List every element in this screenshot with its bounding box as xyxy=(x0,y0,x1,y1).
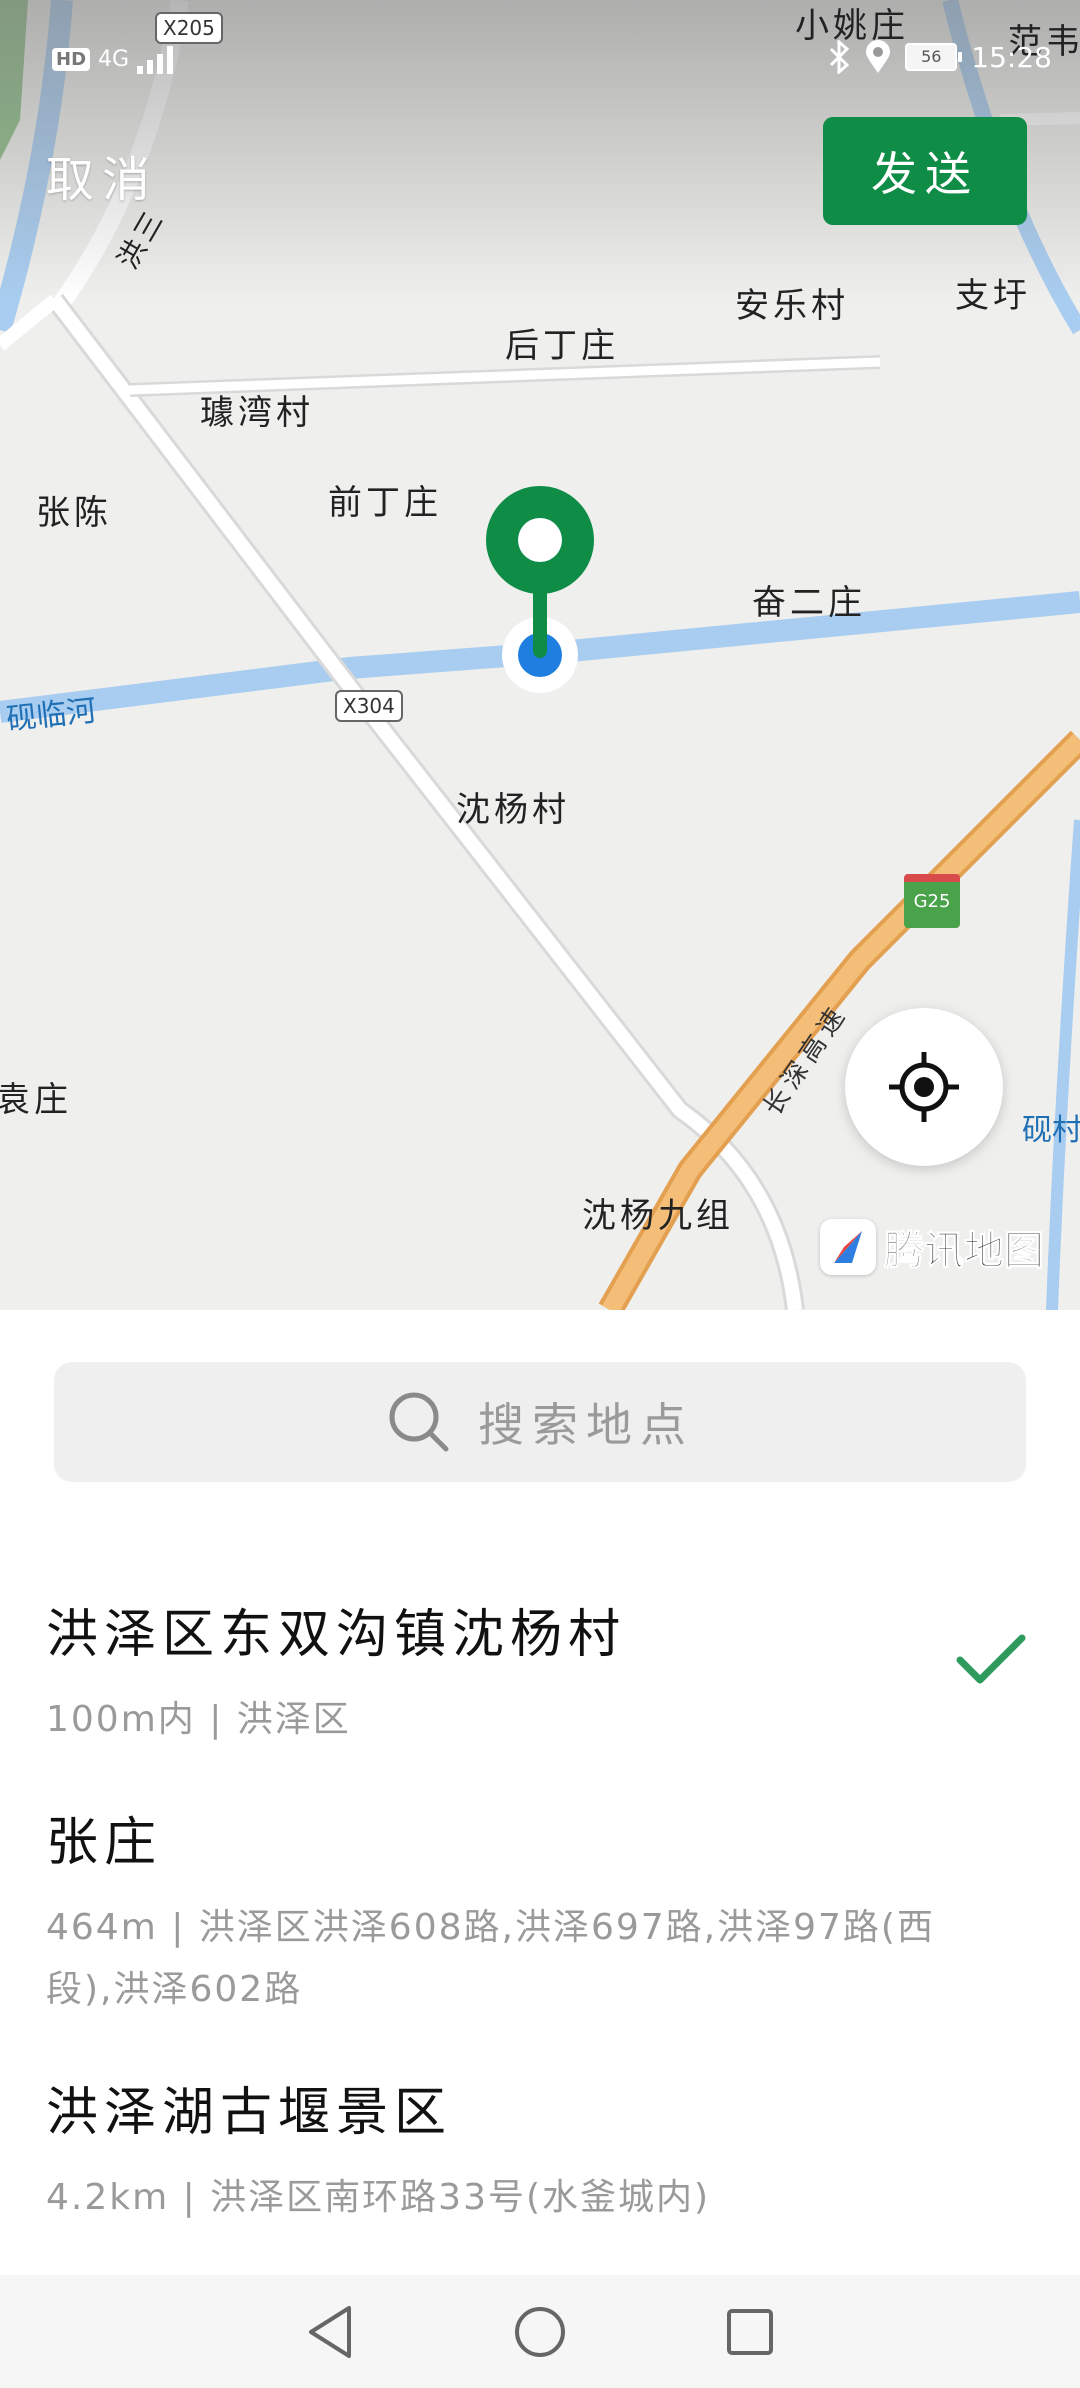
place-label: 支圩 xyxy=(955,276,1031,316)
result-detail: 464m | 洪泽区洪泽608路,洪泽697路,洪泽97路(西段),洪泽602路 xyxy=(46,1907,935,2010)
place-label: 后丁庄 xyxy=(505,326,619,366)
hd-badge: HD xyxy=(52,47,91,71)
home-circle-icon xyxy=(515,2306,565,2357)
place-label: 沈杨村 xyxy=(456,790,570,830)
water-label: 砚村 xyxy=(1022,1113,1080,1148)
place-label: 沈杨九组 xyxy=(582,1196,734,1236)
clock: 15:28 xyxy=(971,40,1052,74)
send-button[interactable]: 发送 xyxy=(823,117,1027,225)
status-right: 56 15:28 xyxy=(827,40,1052,74)
recents-square-icon xyxy=(727,2308,773,2355)
location-results-sheet: 搜索地点 洪泽区东双沟镇沈杨村 100m内 | 洪泽区 张庄 464m | 洪泽… xyxy=(0,1310,1080,2275)
result-item[interactable]: 张庄 464m | 洪泽区洪泽608路,洪泽697路,洪泽97路(西段),洪泽6… xyxy=(46,1800,1026,2021)
crosshair-icon xyxy=(889,1052,959,1122)
place-label: 张陈 xyxy=(36,493,112,533)
tencent-map-icon xyxy=(820,1219,876,1275)
cancel-button[interactable]: 取消 xyxy=(46,140,158,210)
result-detail: 4.2km | 洪泽区南环路33号(水釜城内) xyxy=(46,2177,711,2218)
status-bar: HD 4G 56 15:28 xyxy=(0,0,1080,110)
system-nav-bar xyxy=(0,2275,1080,2388)
network-type: 4G xyxy=(98,46,130,72)
place-label: 璩湾村 xyxy=(200,393,314,433)
nav-recents-button[interactable] xyxy=(720,2302,780,2362)
location-icon xyxy=(866,40,891,73)
bluetooth-icon xyxy=(830,40,850,74)
highway-shield: G25 xyxy=(904,874,960,928)
search-input[interactable]: 搜索地点 xyxy=(54,1362,1026,1482)
road-shield: X304 xyxy=(335,690,403,722)
nav-back-button[interactable] xyxy=(300,2302,360,2362)
locate-me-button[interactable] xyxy=(845,1008,1003,1166)
result-item[interactable]: 洪泽湖古堰景区 4.2km | 洪泽区南环路33号(水釜城内) xyxy=(46,2070,1026,2229)
checkmark-icon xyxy=(956,1634,1026,1684)
place-label: 袁庄 xyxy=(0,1080,72,1120)
map-view[interactable]: 小姚庄 范韦 安乐村 支圩 后丁庄 璩湾村 张陈 前丁庄 奋二庄 沈杨村 袁庄 … xyxy=(0,0,1080,1310)
result-name: 洪泽区东双沟镇沈杨村 xyxy=(46,1605,627,1665)
location-pin-icon xyxy=(486,486,594,693)
place-label: 安乐村 xyxy=(735,286,849,326)
status-left: HD 4G xyxy=(52,44,181,74)
battery-icon: 56 xyxy=(905,43,963,71)
signal-icon xyxy=(137,46,174,74)
place-label: 奋二庄 xyxy=(752,583,866,623)
water-label: 砚临河 xyxy=(4,693,98,738)
result-name: 洪泽湖古堰景区 xyxy=(46,2083,453,2143)
nav-home-button[interactable] xyxy=(510,2302,570,2362)
map-brand-text: 腾讯地图 xyxy=(884,1228,1045,1275)
place-label: 前丁庄 xyxy=(328,483,442,523)
search-placeholder: 搜索地点 xyxy=(478,1398,694,1452)
search-icon xyxy=(389,1392,449,1452)
result-detail: 100m内 | 洪泽区 xyxy=(46,1699,351,1740)
map-brand-logo: 腾讯地图 xyxy=(820,1218,1045,1276)
back-triangle-icon xyxy=(309,2305,351,2358)
result-item-selected[interactable]: 洪泽区东双沟镇沈杨村 100m内 | 洪泽区 xyxy=(46,1592,1026,1751)
result-name: 张庄 xyxy=(46,1813,163,1873)
